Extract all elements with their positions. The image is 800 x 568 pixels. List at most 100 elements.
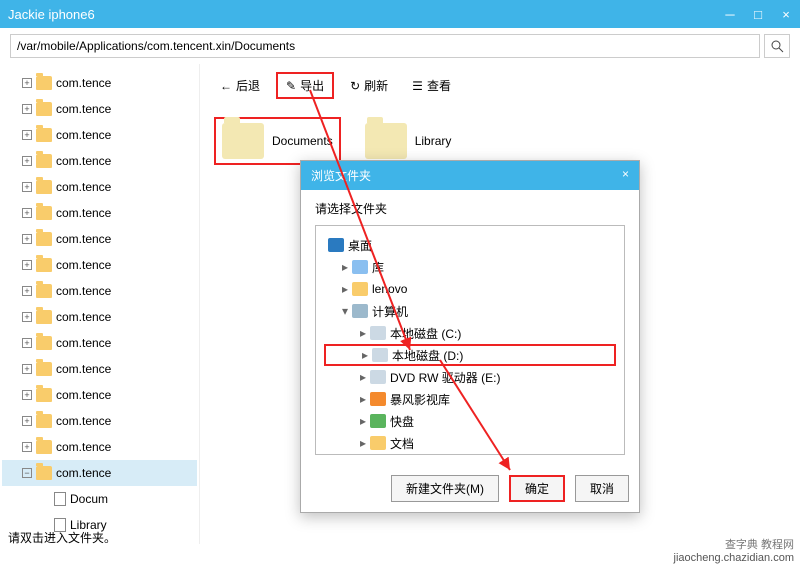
cancel-button[interactable]: 取消 <box>575 475 629 502</box>
folder-icon <box>370 436 386 450</box>
watermark-brand: 查字典 教程网 <box>725 536 794 552</box>
search-button[interactable] <box>764 34 790 58</box>
folder-icon <box>36 102 52 116</box>
dialog-close-button[interactable]: × <box>622 167 629 184</box>
path-input[interactable] <box>10 34 760 58</box>
search-icon <box>770 39 784 53</box>
tree-node-desktop[interactable]: 桌面 <box>324 234 616 256</box>
folder-tree[interactable]: 桌面 ▸库 ▸lenovo ▾计算机 ▸本地磁盘 (C:) ▸本地磁盘 (D:)… <box>315 225 625 455</box>
tree-node-cdrive[interactable]: ▸本地磁盘 (C:) <box>324 322 616 344</box>
tree-row[interactable]: + com.tence <box>2 252 197 278</box>
arrow-left-icon: ← <box>220 79 232 93</box>
chevron-right-icon: ▸ <box>358 436 368 450</box>
view-icon: ☰ <box>412 79 423 93</box>
expand-icon[interactable]: + <box>22 312 32 322</box>
tree-row[interactable]: + com.tence <box>2 70 197 96</box>
tree-row[interactable]: + com.tence <box>2 408 197 434</box>
chevron-right-icon: ▸ <box>358 392 368 406</box>
expand-icon[interactable]: + <box>22 390 32 400</box>
tree-node-docs[interactable]: ▸文档 <box>324 432 616 454</box>
tree-node-lenovo[interactable]: ▸lenovo <box>324 278 616 300</box>
tree-row[interactable]: +com.tence <box>2 200 197 226</box>
expand-icon[interactable]: + <box>22 104 32 114</box>
expand-icon[interactable]: + <box>22 156 32 166</box>
tree-node-computer[interactable]: ▾计算机 <box>324 300 616 322</box>
dvd-icon <box>370 370 386 384</box>
folder-icon <box>222 123 264 159</box>
tree-label: com.tence <box>56 180 111 194</box>
tree-label: com.tence <box>56 258 111 272</box>
expand-icon[interactable]: + <box>22 338 32 348</box>
folder-icon <box>36 466 52 480</box>
tree-row[interactable]: + com.tence <box>2 278 197 304</box>
expand-icon[interactable]: + <box>22 234 32 244</box>
folder-icon <box>36 440 52 454</box>
folder-icon <box>54 492 66 506</box>
chevron-right-icon: ▸ <box>340 260 350 274</box>
folder-icon <box>36 206 52 220</box>
new-folder-button[interactable]: 新建文件夹(M) <box>391 475 499 502</box>
tree-row[interactable]: +com.tence <box>2 226 197 252</box>
tree-label: com.tence <box>56 76 111 90</box>
folder-library[interactable]: Library <box>365 117 452 165</box>
expand-icon[interactable]: + <box>22 130 32 140</box>
expand-icon[interactable]: + <box>22 182 32 192</box>
folder-documents[interactable]: Documents <box>214 117 341 165</box>
tree-row[interactable]: − com.tence <box>2 460 197 486</box>
tree-row[interactable]: + com.tence <box>2 96 197 122</box>
chevron-right-icon: ▸ <box>340 282 350 296</box>
folder-icon <box>36 128 52 142</box>
tree-label: com.tence <box>56 466 111 480</box>
tree-node-dvd[interactable]: ▸DVD RW 驱动器 (E:) <box>324 366 616 388</box>
tree-node-baofeng[interactable]: ▸暴风影视库 <box>324 388 616 410</box>
close-button[interactable]: × <box>780 7 792 22</box>
computer-icon <box>352 304 368 318</box>
refresh-button[interactable]: ↻刷新 <box>342 72 396 99</box>
watermark-url: jiaocheng.chazidian.com <box>674 552 794 564</box>
sidebar-tree[interactable]: + com.tence + com.tence + com.tence + com.tence… <box>0 64 200 544</box>
tree-row[interactable]: Docum <box>2 486 197 512</box>
expand-icon[interactable]: + <box>22 260 32 270</box>
tree-label: com.tence <box>56 128 111 142</box>
dialog-prompt: 请选择文件夹 <box>315 200 625 217</box>
tree-row[interactable]: +com.tence <box>2 382 197 408</box>
tree-label: com.tence <box>56 414 111 428</box>
library-icon <box>352 260 368 274</box>
maximize-button[interactable]: □ <box>752 7 764 22</box>
back-button[interactable]: ←后退 <box>212 72 268 99</box>
folder-icon <box>36 154 52 168</box>
desktop-icon <box>328 238 344 252</box>
tree-node-ddrive[interactable]: ▸本地磁盘 (D:) <box>324 344 616 366</box>
minimize-button[interactable]: ─ <box>724 7 736 22</box>
tree-row[interactable]: +com.tence <box>2 330 197 356</box>
titlebar: Jackie iphone6 ─ □ × <box>0 0 800 28</box>
tree-row[interactable]: +com.tence <box>2 356 197 382</box>
status-bar: 请双击进入文件夹。 <box>8 529 116 546</box>
tree-row[interactable]: + com.tence <box>2 174 197 200</box>
tree-row[interactable]: + com.tence <box>2 304 197 330</box>
expand-icon[interactable]: + <box>22 208 32 218</box>
tree-node-libraries[interactable]: ▸库 <box>324 256 616 278</box>
tree-row[interactable]: +com.tence <box>2 434 197 460</box>
folder-icon <box>365 123 407 159</box>
tree-node-kuaipan[interactable]: ▸快盘 <box>324 410 616 432</box>
expand-icon[interactable]: + <box>22 364 32 374</box>
expand-icon[interactable]: + <box>22 442 32 452</box>
folder-icon <box>36 336 52 350</box>
tree-label: com.tence <box>56 284 111 298</box>
expand-icon[interactable]: + <box>22 286 32 296</box>
ok-button[interactable]: 确定 <box>509 475 565 502</box>
folder-icon <box>36 258 52 272</box>
tree-label: com.tence <box>56 102 111 116</box>
tree-row[interactable]: + com.tence <box>2 122 197 148</box>
folder-icon <box>36 414 52 428</box>
export-button[interactable]: ✎导出 <box>276 72 334 99</box>
tree-row[interactable]: +com.tence <box>2 148 197 174</box>
folder-icon <box>36 284 52 298</box>
drive-icon <box>372 348 388 362</box>
expand-icon[interactable]: − <box>22 468 32 478</box>
expand-icon[interactable]: + <box>22 78 32 88</box>
view-button[interactable]: ☰查看 <box>404 72 459 99</box>
expand-icon[interactable]: + <box>22 416 32 426</box>
tree-label: com.tence <box>56 310 111 324</box>
